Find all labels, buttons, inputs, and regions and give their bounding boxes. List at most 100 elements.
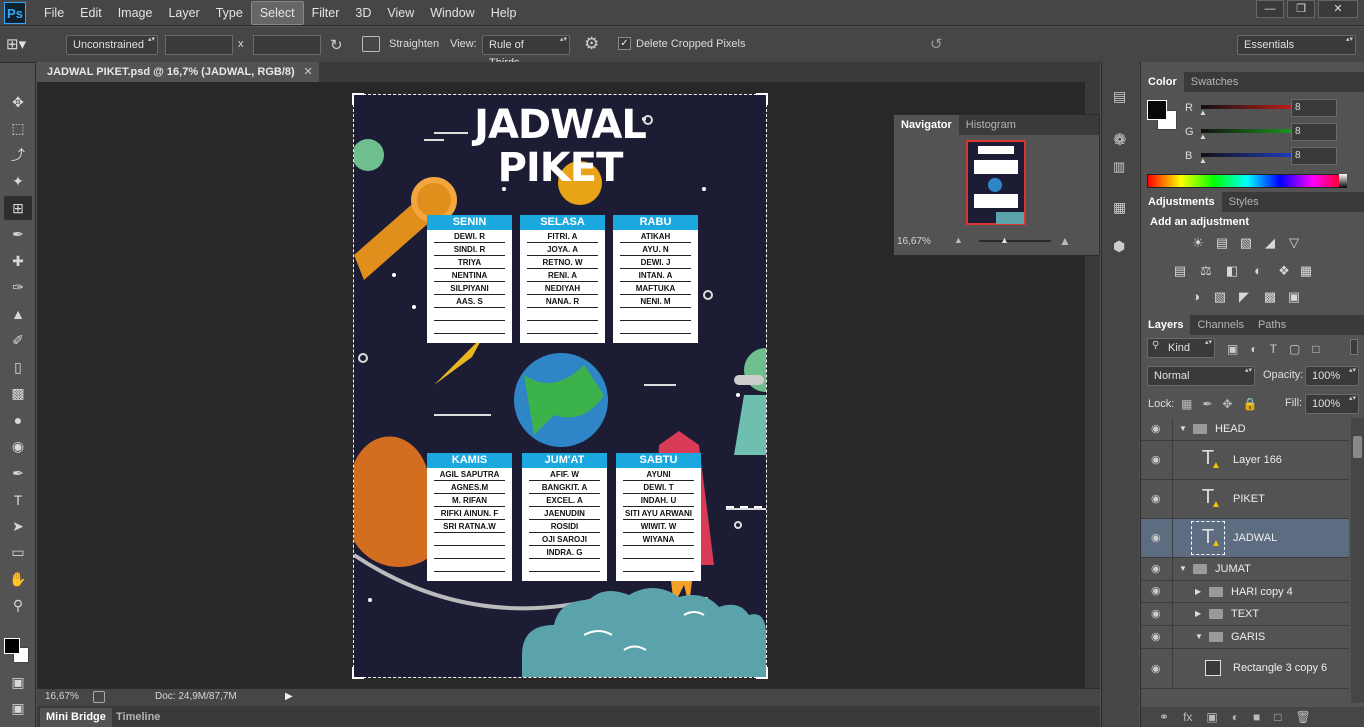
smart-object-filter-icon[interactable]: □ (1312, 342, 1319, 356)
channel-mixer-icon[interactable]: ❖ (1275, 264, 1293, 278)
visibility-eye-icon[interactable]: ◉ (1151, 563, 1163, 575)
zoom-tool-icon[interactable]: ⚲ (4, 594, 32, 618)
layer-row-text[interactable]: ◉ ▶ TEXT (1141, 603, 1349, 627)
width-field[interactable] (165, 35, 233, 55)
menu-window[interactable]: Window (422, 2, 482, 24)
layers-scrollbar[interactable] (1351, 418, 1364, 703)
menu-layer[interactable]: Layer (160, 2, 207, 24)
type-tool-icon[interactable]: T (4, 488, 32, 512)
tab-color[interactable]: Color (1141, 72, 1184, 92)
menu-3d[interactable]: 3D (347, 2, 379, 24)
expand-closed-icon[interactable]: ▶ (1195, 587, 1201, 596)
delete-cropped-label[interactable]: Delete Cropped Pixels (636, 38, 745, 50)
restore-icon[interactable]: ❐ (1287, 0, 1315, 18)
color-slider-thumb[interactable]: ▲ (1199, 108, 1207, 117)
lock-image-icon[interactable]: ✒ (1202, 397, 1212, 411)
expand-closed-icon[interactable]: ▶ (1195, 609, 1201, 618)
gradient-map-icon[interactable]: ▩ (1261, 290, 1279, 304)
blur-tool-icon[interactable]: ● (4, 408, 32, 432)
move-tool-icon[interactable]: ✥ (4, 90, 32, 114)
gradient-tool-icon[interactable]: ▩ (4, 382, 32, 406)
link-layers-icon[interactable]: ⚭ (1159, 707, 1169, 727)
close-tab-icon[interactable]: ✕ (303, 62, 312, 82)
hand-tool-icon[interactable]: ✋ (4, 567, 32, 591)
stamp-tool-icon[interactable]: ▲ (4, 302, 32, 326)
visibility-eye-icon[interactable]: ◉ (1151, 493, 1163, 505)
layer-row-garis[interactable]: ◉ ▼ GARIS (1141, 626, 1349, 649)
status-share-icon[interactable] (93, 691, 105, 703)
brush-tool-icon[interactable]: ✑ (4, 276, 32, 300)
zoom-out-icon[interactable]: ▲ (954, 235, 963, 245)
history-brush-icon[interactable]: ✐ (4, 329, 32, 353)
height-field[interactable] (253, 35, 321, 55)
reset-icon[interactable]: ↺ (930, 35, 943, 53)
view-dropdown[interactable]: Rule of Thirds (482, 35, 570, 69)
lock-transparent-icon[interactable]: ▦ (1181, 397, 1192, 411)
visibility-eye-icon[interactable]: ◉ (1151, 532, 1163, 544)
gear-icon[interactable]: ⚙ (584, 34, 599, 54)
straighten-icon[interactable] (362, 36, 380, 52)
visibility-eye-icon[interactable]: ◉ (1151, 608, 1163, 620)
layer-row-head[interactable]: ◉ ▼ HEAD (1141, 418, 1349, 441)
fill-input[interactable]: 100% (1305, 394, 1359, 414)
type-filter-icon[interactable]: T (1270, 342, 1277, 356)
menu-help[interactable]: Help (483, 2, 525, 24)
tab-adjustments[interactable]: Adjustments (1141, 192, 1222, 212)
tab-paths[interactable]: Paths (1251, 315, 1293, 335)
layer-row-jadwal[interactable]: ◉ T ▲ JADWAL (1141, 518, 1349, 558)
tab-swatches[interactable]: Swatches (1184, 72, 1246, 92)
shape-filter-icon[interactable]: ▢ (1289, 342, 1300, 356)
tab-channels[interactable]: Channels (1190, 315, 1250, 335)
expand-open-icon[interactable]: ▼ (1179, 564, 1187, 573)
tab-navigator[interactable]: Navigator (894, 115, 959, 135)
tab-layers[interactable]: Layers (1141, 315, 1191, 335)
blend-mode-dropdown[interactable]: Normal (1147, 366, 1255, 386)
layer-style-icon[interactable]: fx (1183, 707, 1192, 727)
menu-edit[interactable]: Edit (72, 2, 110, 24)
lock-all-icon[interactable]: 🔒 (1242, 397, 1257, 411)
posterize-icon[interactable]: ▧ (1211, 290, 1229, 304)
lock-position-icon[interactable]: ✥ (1222, 397, 1232, 411)
expand-open-icon[interactable]: ▼ (1195, 632, 1203, 641)
foreground-color-swatch[interactable] (1147, 100, 1167, 120)
menu-view[interactable]: View (379, 2, 422, 24)
3d-cube-icon[interactable]: ⬢ (1113, 238, 1125, 255)
filter-toggle[interactable] (1350, 339, 1358, 355)
status-zoom[interactable]: 16,67% (45, 691, 79, 702)
minimize-icon[interactable]: — (1256, 0, 1284, 18)
delete-cropped-checkbox[interactable]: ✓ (618, 37, 631, 50)
brush-settings-icon[interactable]: ❁ (1113, 130, 1126, 150)
visibility-eye-icon[interactable]: ◉ (1151, 585, 1163, 597)
invert-icon[interactable]: ◑ (1187, 290, 1205, 304)
menu-filter[interactable]: Filter (304, 2, 348, 24)
color-lookup-icon[interactable]: ▦ (1297, 264, 1315, 278)
color-slider-thumb[interactable]: ▲ (1199, 132, 1207, 141)
navigator-thumbnail[interactable] (966, 140, 1026, 225)
navigator-zoom[interactable]: 16,67% (897, 236, 931, 247)
history-icon[interactable]: ▤ (1113, 88, 1126, 105)
layer-row-jumat[interactable]: ◉ ▼ JUMAT (1141, 557, 1349, 581)
info-icon[interactable]: ▦ (1113, 199, 1126, 216)
hue-saturation-icon[interactable]: ▤ (1171, 264, 1189, 278)
menu-select[interactable]: Select (250, 1, 304, 25)
new-layer-icon[interactable]: □ (1274, 707, 1281, 727)
status-menu-arrow-icon[interactable]: ▶ (285, 691, 293, 702)
color-channel-slider[interactable] (1201, 105, 1301, 109)
color-spectrum-bw[interactable] (1339, 174, 1347, 188)
swap-icon[interactable]: ↻ (330, 36, 343, 54)
color-channel-value[interactable]: 8 (1291, 99, 1337, 117)
selective-color-icon[interactable]: ▣ (1285, 290, 1303, 304)
workspace-dropdown[interactable]: Essentials (1237, 35, 1356, 55)
threshold-icon[interactable]: ◤ (1235, 290, 1253, 304)
ratio-dropdown[interactable]: Unconstrained (66, 35, 158, 55)
lasso-tool-icon[interactable]: ⤴ (4, 143, 32, 167)
crop-marquee[interactable] (352, 93, 768, 679)
tab-histogram[interactable]: Histogram (959, 115, 1023, 135)
color-channel-value[interactable]: 8 (1291, 147, 1337, 165)
exposure-icon[interactable]: ◢ (1261, 236, 1279, 250)
adjustment-filter-icon[interactable]: ◐ (1250, 342, 1257, 356)
navigator-zoom-slider[interactable] (979, 240, 1051, 242)
tab-mini-bridge[interactable]: Mini Bridge (40, 708, 112, 727)
magic-wand-icon[interactable]: ✦ (4, 170, 32, 194)
toolbar-foreground-swatch[interactable] (4, 638, 20, 654)
